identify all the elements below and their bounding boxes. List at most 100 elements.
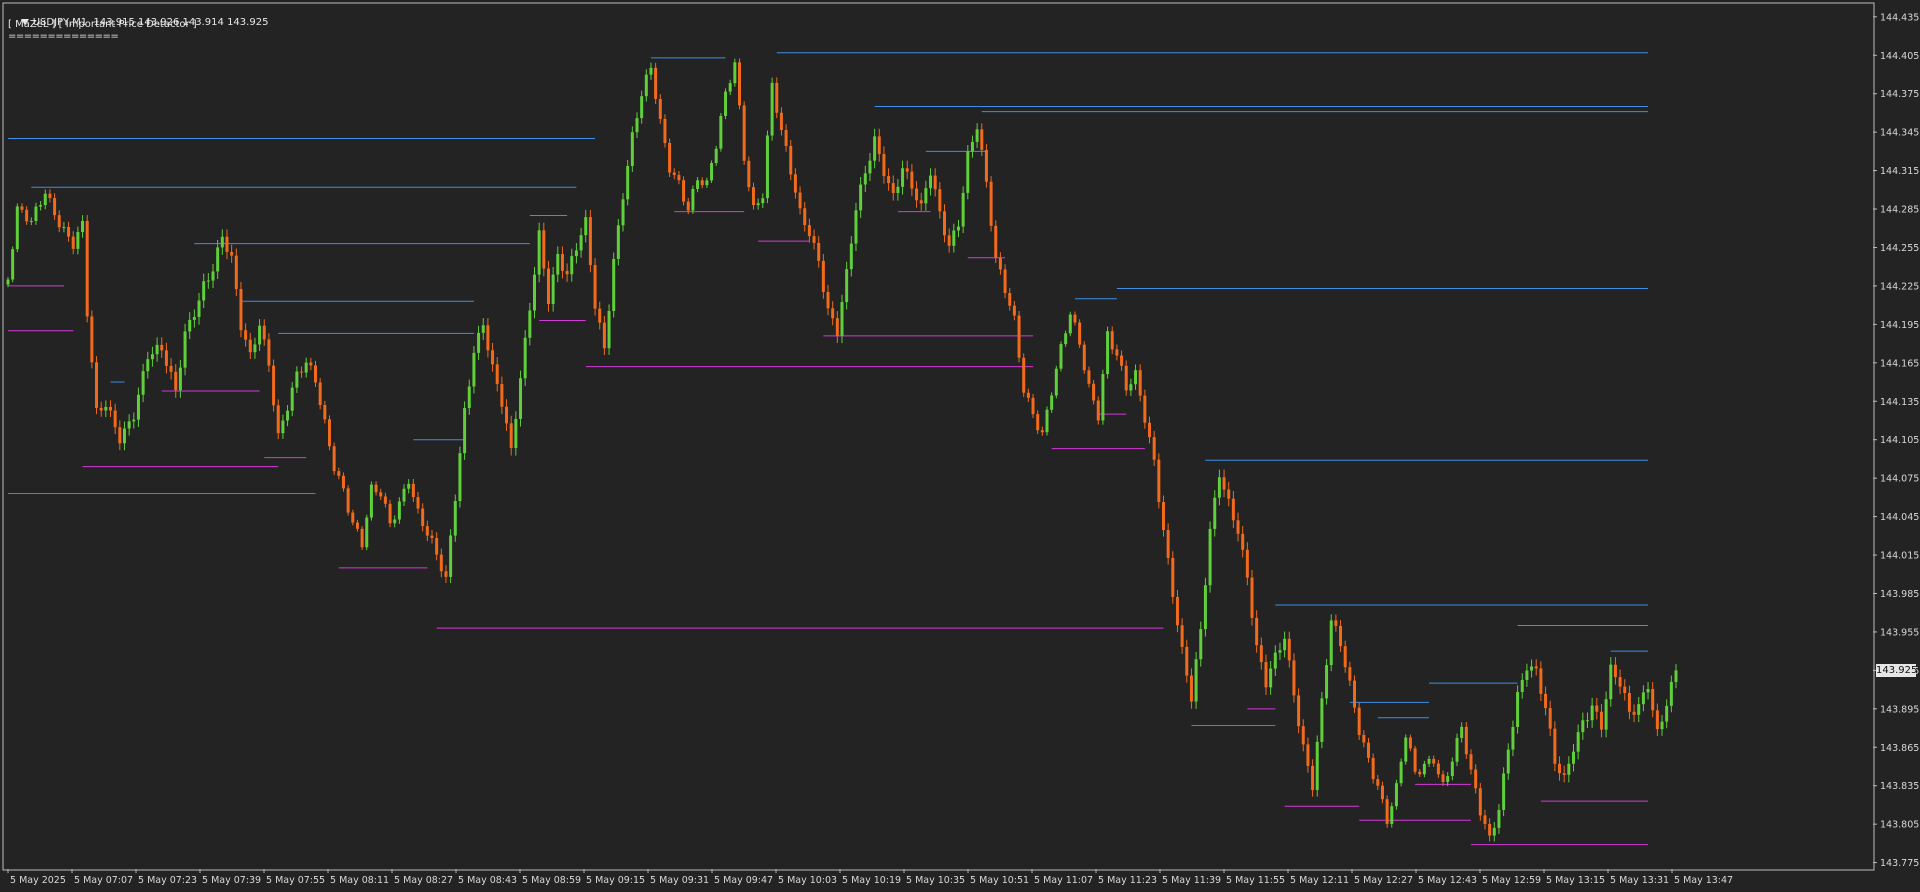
bear-candle	[784, 124, 788, 152]
bull-candle	[15, 203, 19, 253]
bull-candle	[896, 179, 900, 201]
bear-candle	[1464, 722, 1468, 760]
bear-candle	[812, 229, 816, 250]
bear-candle	[1185, 639, 1189, 683]
bear-candle	[1595, 697, 1599, 720]
bull-candle	[122, 421, 126, 451]
bull-candle	[1576, 724, 1580, 760]
time-tick-label: 5 May 10:51	[970, 875, 1029, 886]
bear-candle	[309, 357, 313, 371]
bull-candle	[616, 218, 620, 266]
bear-candle	[169, 358, 173, 380]
price-tick-label: 144.045	[1880, 512, 1919, 523]
bull-candle	[1208, 521, 1212, 593]
bear-candle	[602, 315, 606, 356]
bear-candle	[700, 177, 704, 189]
bull-candle	[1455, 733, 1459, 767]
bear-candle	[174, 364, 178, 398]
bull-candle	[1129, 378, 1133, 396]
bull-candle	[859, 176, 863, 218]
bear-candle	[379, 488, 383, 500]
bull-candle	[1520, 673, 1524, 699]
bull-candle	[1045, 406, 1049, 436]
time-tick-label: 5 May 11:55	[1226, 875, 1285, 886]
bull-candle	[1213, 490, 1217, 537]
bear-candle	[248, 332, 252, 359]
bear-candle	[658, 94, 662, 124]
bear-candle	[1306, 737, 1310, 773]
bear-candle	[99, 401, 103, 417]
price-tick-label: 143.865	[1880, 743, 1919, 754]
bull-candle	[584, 209, 588, 243]
bull-candle	[607, 304, 611, 355]
bear-candle	[341, 472, 345, 492]
bear-candle	[1161, 495, 1165, 537]
bear-candle	[1483, 809, 1487, 830]
bear-candle	[421, 503, 425, 532]
bull-candle	[477, 325, 481, 360]
bear-candle	[905, 160, 909, 180]
bear-candle	[57, 210, 61, 233]
bear-candle	[1166, 523, 1170, 565]
bear-candle	[546, 260, 550, 312]
candles-layer	[6, 58, 1678, 842]
bull-candle	[1320, 692, 1324, 749]
time-tick-label: 5 May 10:03	[778, 875, 837, 886]
bull-candle	[705, 177, 709, 188]
bear-candle	[1152, 430, 1156, 466]
bull-candle	[714, 145, 718, 166]
bull-candle	[206, 272, 210, 289]
bear-candle	[1651, 682, 1655, 718]
bear-candle	[1469, 749, 1473, 775]
bear-candle	[1082, 341, 1086, 374]
time-tick-label: 5 May 07:39	[202, 875, 261, 886]
bear-candle	[109, 400, 113, 418]
bear-candle	[1148, 416, 1152, 444]
bear-candle	[1255, 610, 1259, 653]
bear-candle	[1366, 737, 1370, 763]
time-axis[interactable]: 5 May 2025 5 May 07:07 5 May 07:23 5 May 07…	[7, 869, 1733, 886]
bull-candle	[132, 412, 136, 429]
bear-candle	[737, 58, 741, 110]
bull-candle	[761, 193, 765, 209]
bull-candle	[258, 319, 262, 352]
bull-candle	[1567, 756, 1571, 783]
bull-candle	[463, 401, 467, 460]
bear-candle	[160, 337, 164, 358]
bull-candle	[537, 222, 541, 283]
bull-candle	[304, 357, 308, 378]
bull-candle	[1571, 744, 1575, 772]
price-tick-label: 144.405	[1880, 51, 1919, 62]
bull-candle	[1217, 469, 1221, 506]
bull-candle	[1399, 758, 1403, 787]
bear-candle	[1287, 631, 1291, 668]
price-chart[interactable]: 144.435 144.405 144.375 144.345 144.315 144.2…	[0, 0, 1920, 892]
bull-candle	[728, 79, 732, 95]
bear-candle	[947, 228, 951, 253]
bear-candle	[1115, 344, 1119, 361]
bear-candle	[1436, 759, 1440, 778]
bull-candle	[519, 370, 523, 427]
bear-candle	[1227, 481, 1231, 507]
bear-candle	[826, 284, 830, 316]
bull-candle	[281, 414, 285, 439]
bull-candle	[76, 226, 80, 255]
bear-candle	[751, 182, 755, 210]
bull-candle	[202, 273, 206, 309]
time-tick-label: 5 May 08:11	[330, 875, 389, 886]
current-price-tag: 143.925	[1876, 663, 1918, 677]
price-axis[interactable]: 144.435 144.405 144.375 144.345 144.315 144.2…	[1873, 12, 1919, 869]
bull-candle	[34, 202, 38, 225]
bull-candle	[29, 217, 33, 226]
bull-candle	[458, 446, 462, 508]
bear-candle	[1236, 512, 1240, 542]
bear-candle	[1544, 686, 1548, 716]
bear-candle	[1655, 703, 1659, 736]
price-tick-label: 144.315	[1880, 166, 1919, 177]
bear-candle	[891, 175, 895, 201]
bear-candle	[1175, 590, 1179, 633]
bear-candle	[1031, 393, 1035, 419]
chart-window[interactable]: 144.435 144.405 144.375 144.345 144.315 144.2…	[0, 0, 1920, 892]
bull-candle	[1665, 699, 1669, 729]
bear-candle	[1413, 745, 1417, 775]
